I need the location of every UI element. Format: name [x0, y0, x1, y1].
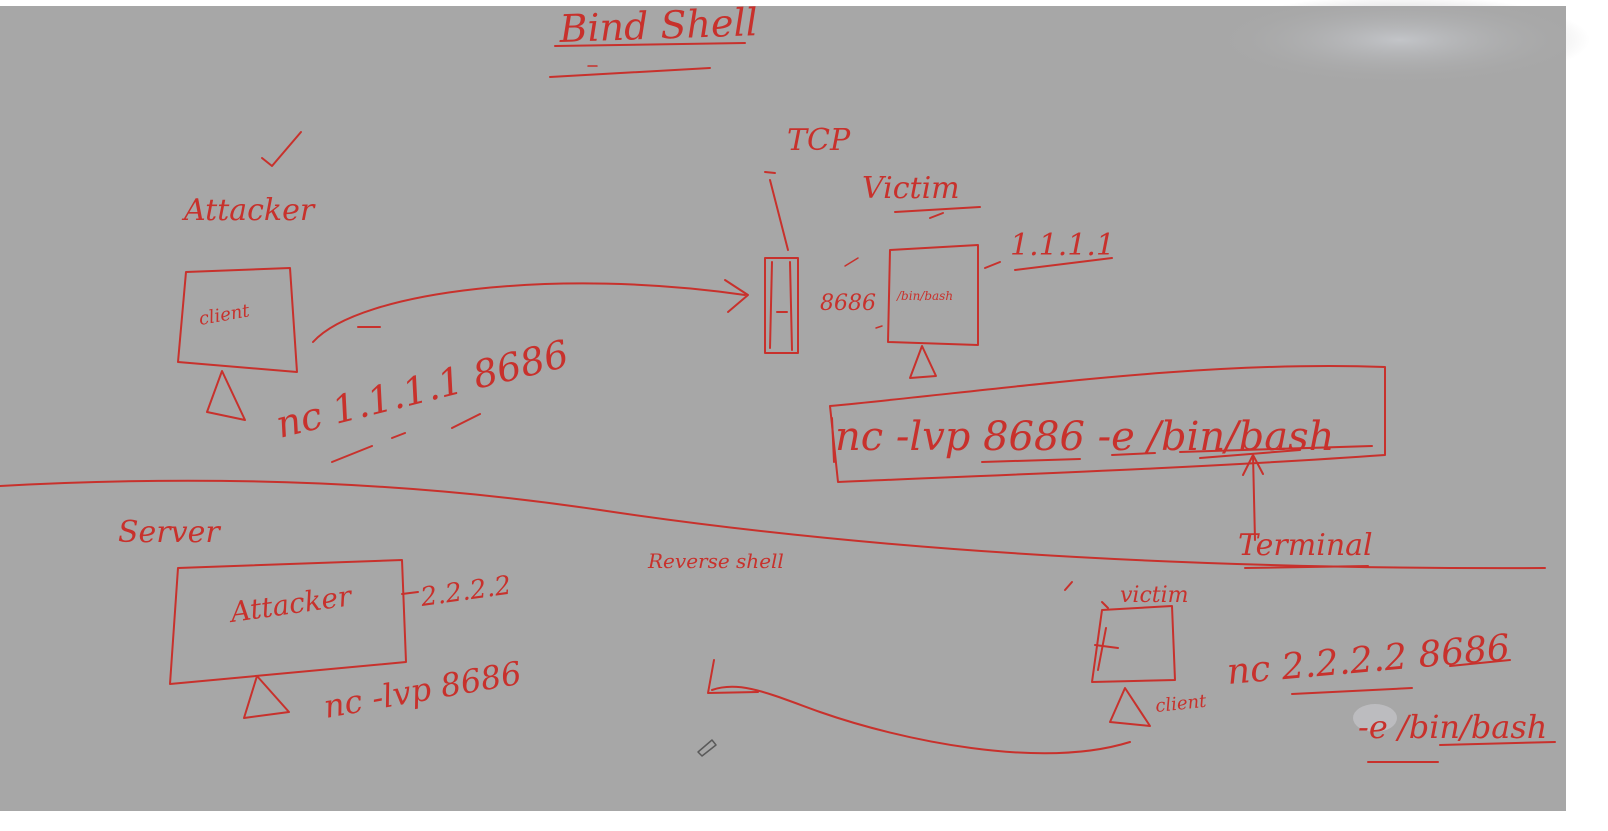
- terminal-label: Terminal: [1238, 528, 1373, 563]
- bottom-victim-label: victim: [1120, 583, 1189, 608]
- attacker-label: Attacker: [181, 193, 316, 228]
- board-edge: [1566, 0, 1608, 831]
- board-surface: [0, 6, 1566, 811]
- victim-box-label: /bin/bash: [896, 289, 953, 303]
- victim-ip: 1.1.1.1: [1010, 228, 1115, 263]
- victim-port: 8686: [820, 291, 876, 316]
- tcp-label: TCP: [787, 123, 851, 158]
- reverse-shell-label: Reverse shell: [647, 549, 784, 573]
- server-label: Server: [118, 515, 221, 550]
- board-bottom-edge: [0, 811, 1566, 831]
- victim-label: Victim: [862, 171, 960, 206]
- whiteboard-canvas: Bind Shell TCP Attacker client 8686 Vict…: [0, 0, 1608, 831]
- whiteboard: Bind Shell TCP Attacker client 8686 Vict…: [0, 0, 1608, 831]
- bottom-victim-command-2: -e /bin/bash: [1358, 708, 1547, 746]
